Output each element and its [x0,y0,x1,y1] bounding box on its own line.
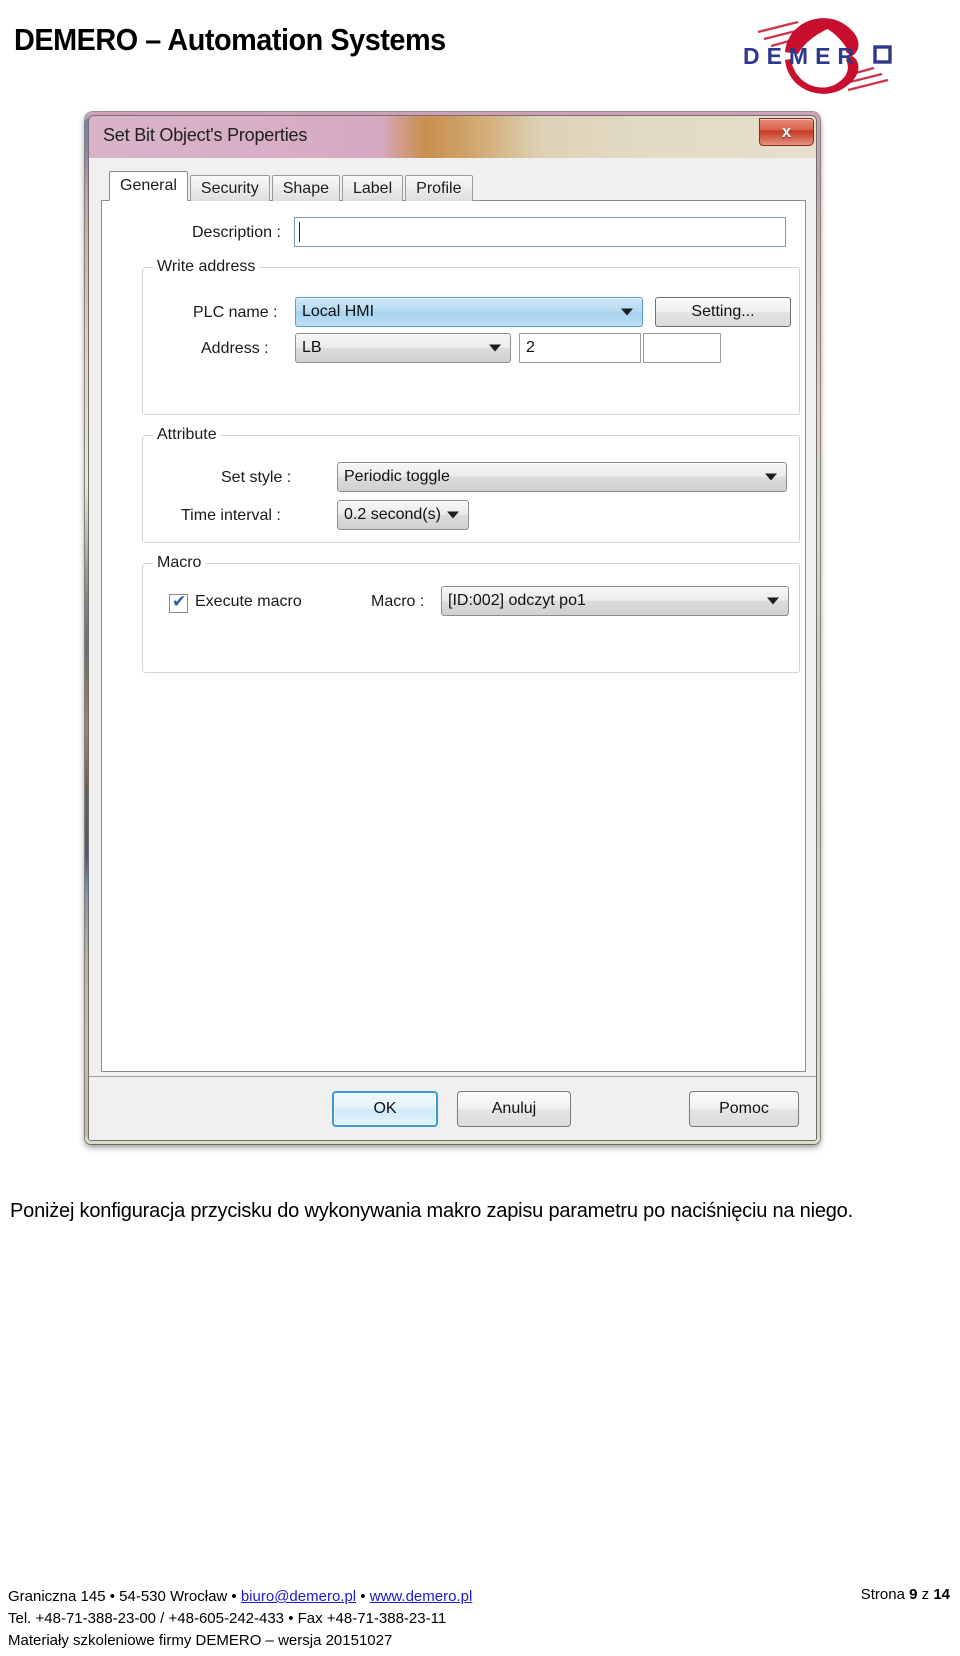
svg-text:DEMER: DEMER [743,43,861,69]
attribute-group-title: Attribute [153,426,221,444]
footer-line-address: Graniczna 145 • 54-530 Wrocław • biuro@d… [8,1586,472,1608]
description-label: Description : [192,224,281,241]
dialog-title: Set Bit Object's Properties [103,125,308,145]
close-icon[interactable]: x [759,118,814,146]
footer-page-number: Strona 9 z 14 [861,1586,950,1603]
plc-name-combo[interactable]: Local HMI [295,297,643,327]
execute-macro-label[interactable]: Execute macro [195,593,302,611]
macro-select-combo[interactable]: [ID:002] odczyt po1 [441,586,789,616]
brand-title: DEMERO – Automation Systems [14,22,446,57]
attribute-group: Attribute Set style : Periodic toggle Ti… [142,426,800,543]
tab-profile-label: Profile [416,179,462,197]
chevron-down-icon [447,511,459,519]
page-total: 14 [933,1586,950,1603]
demero-logo-icon: DEMER [743,18,892,94]
footer-line-phone: Tel. +48-71-388-23-00 / +48-605-242-433 … [8,1610,447,1627]
page-header: DEMERO – Automation Systems DEMER [0,0,960,108]
tab-content-general: Description : Write address PLC name : L… [101,200,806,1072]
footer-sep: • [356,1588,370,1605]
time-interval-label: Time interval : [181,507,281,524]
address-value-text: 2 [526,339,535,356]
ok-button-label: OK [373,1100,397,1117]
cancel-button-label: Anuluj [491,1100,537,1117]
dialog-button-bar: OK Anuluj Pomoc [89,1076,816,1140]
write-address-group-title: Write address [153,258,260,276]
tab-general[interactable]: General [109,171,188,201]
tab-strip: General Security Shape Label Profile [109,171,475,201]
setting-button[interactable]: Setting... [655,297,791,327]
page-mid-text: z [917,1586,934,1603]
tab-profile[interactable]: Profile [405,175,473,201]
help-button-label: Pomoc [719,1100,769,1117]
execute-macro-checkbox[interactable]: ✔ [169,592,188,613]
set-style-value: Periodic toggle [344,468,450,485]
plc-name-label: PLC name : [193,304,278,321]
set-style-label: Set style : [221,469,292,486]
plc-name-value: Local HMI [302,303,375,320]
footer-contact-block: Graniczna 145 • 54-530 Wrocław • biuro@d… [8,1586,472,1652]
tab-panel: General Security Shape Label Profile Des… [101,171,806,1072]
footer-address-text: Graniczna 145 • 54-530 Wrocław • [8,1588,241,1605]
macro-group: Macro ✔ Execute macro Macro : [ID:002] o… [142,554,800,673]
chevron-down-icon [621,308,633,316]
tab-label-label: Label [352,179,393,197]
setting-button-label: Setting... [691,303,755,320]
address-label: Address : [201,340,269,357]
cancel-button[interactable]: Anuluj [457,1091,571,1127]
ok-button[interactable]: OK [332,1091,438,1127]
dialog-body: General Security Shape Label Profile Des… [89,158,816,1140]
chevron-down-icon [767,597,779,605]
footer-email-link[interactable]: biuro@demero.pl [241,1588,356,1605]
tab-shape[interactable]: Shape [271,175,340,201]
address-value-input[interactable]: 2 [519,333,641,363]
chevron-down-icon [489,344,501,352]
text-caret-icon [299,222,300,242]
tab-label[interactable]: Label [341,175,404,201]
page-pre-text: Strona [860,1586,910,1603]
macro-label: Macro : [371,593,425,610]
macro-select-value: [ID:002] odczyt po1 [448,592,586,609]
set-style-combo[interactable]: Periodic toggle [337,462,787,492]
tab-security[interactable]: Security [189,175,270,201]
address-type-combo[interactable]: LB [295,333,511,363]
address-extra-input[interactable] [643,333,721,363]
chevron-down-icon [765,473,777,481]
set-bit-object-properties-dialog: Set Bit Object's Properties x General Se… [85,112,820,1144]
description-input[interactable] [294,217,786,247]
time-interval-value: 0.2 second(s) [344,506,441,523]
close-icon-glyph: x [781,122,792,141]
description-row: Description : [102,217,807,251]
tab-general-label: General [120,177,177,194]
body-paragraph: Poniżej konfiguracja przycisku do wykony… [10,1200,853,1222]
tab-security-label: Security [200,179,259,197]
footer-website-link[interactable]: www.demero.pl [370,1588,473,1605]
macro-group-title: Macro [153,554,206,572]
check-icon: ✔ [172,592,187,611]
demero-logo: DEMER [672,8,932,104]
tab-shape-label: Shape [282,179,329,197]
address-type-value: LB [302,339,322,356]
time-interval-combo[interactable]: 0.2 second(s) [337,500,469,530]
write-address-group: Write address PLC name : Local HMI Setti… [142,258,800,415]
dialog-inner: Set Bit Object's Properties x General Se… [88,115,817,1141]
help-button[interactable]: Pomoc [689,1091,799,1127]
dialog-titlebar[interactable]: Set Bit Object's Properties x [89,116,816,158]
footer-line-materials: Materiały szkoleniowe firmy DEMERO – wer… [8,1632,393,1649]
